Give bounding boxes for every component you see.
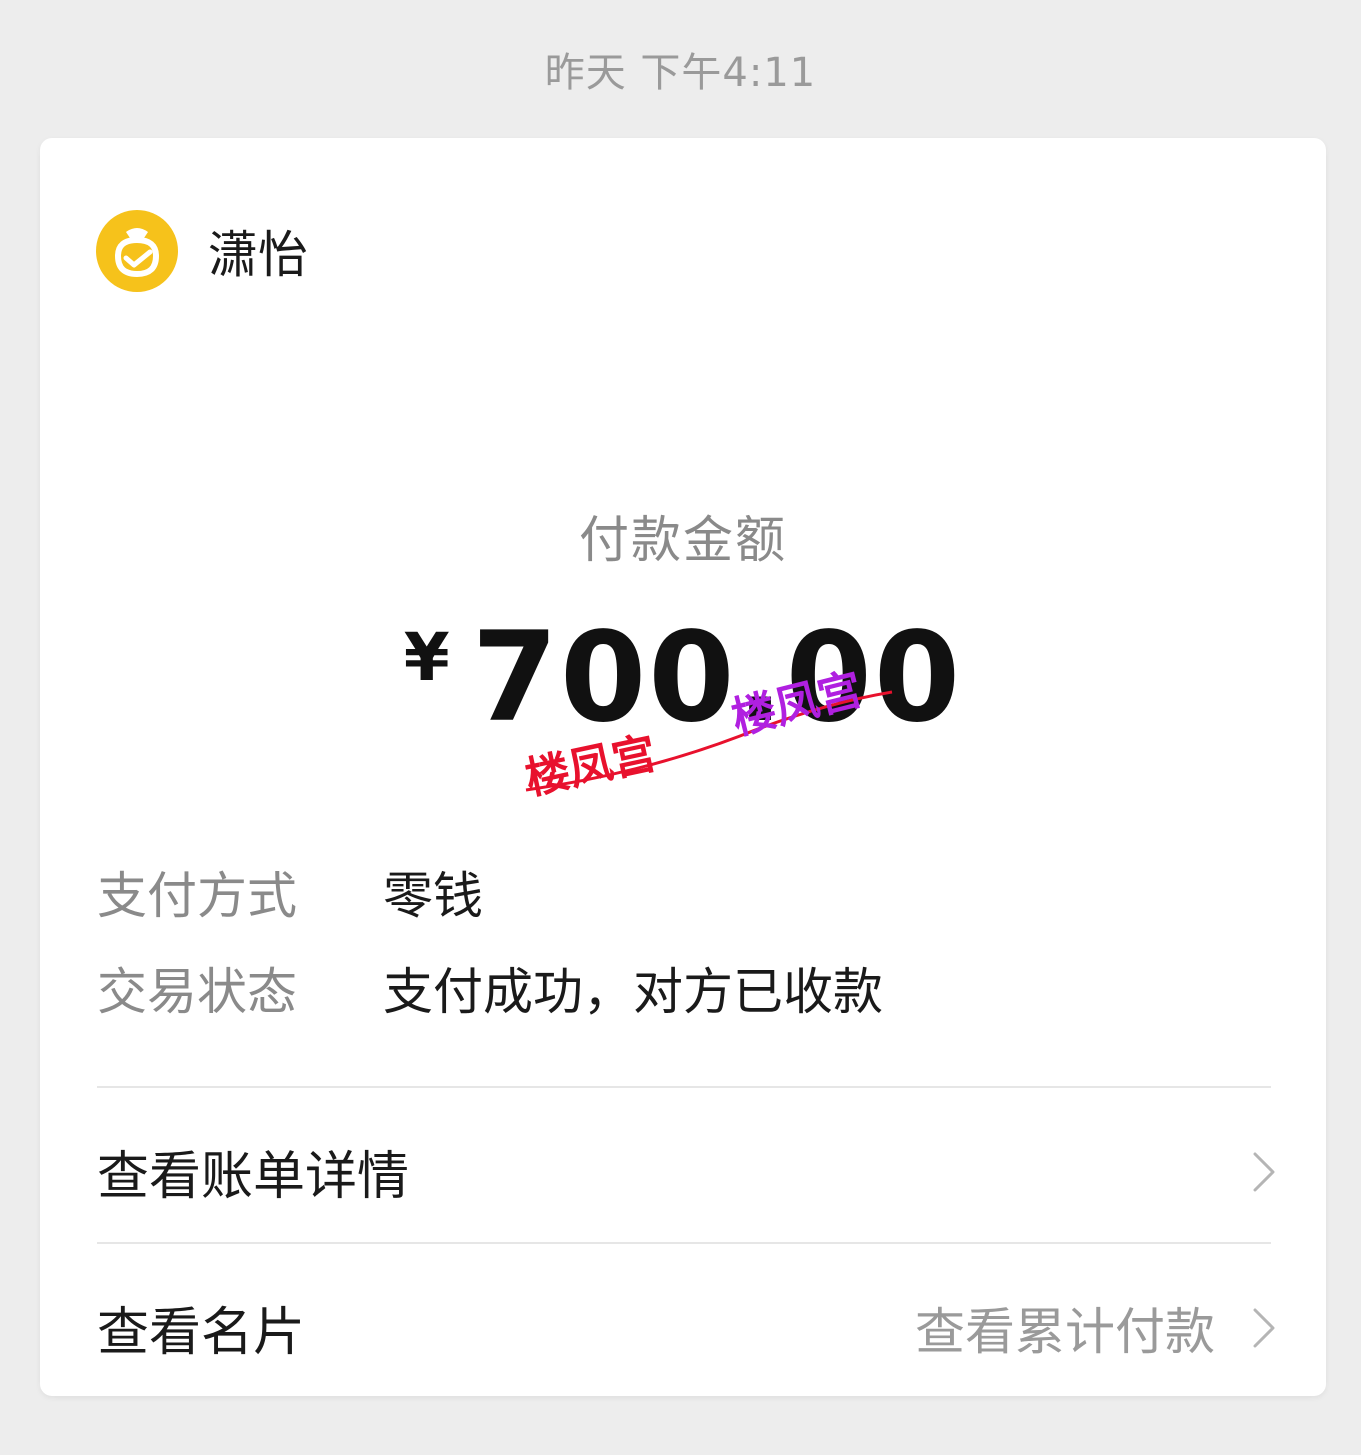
- divider: [97, 1086, 1271, 1088]
- transaction-status-row: 交易状态 支付成功，对方已收款: [97, 952, 883, 1024]
- currency-symbol: ¥: [403, 619, 450, 696]
- payment-method-row: 支付方式 零钱: [97, 856, 483, 928]
- amount-label: 付款金额: [579, 511, 787, 569]
- message-timestamp: 昨天 下午4:11: [544, 50, 817, 96]
- view-bill-details-label: 查看账单详情: [97, 1147, 410, 1207]
- payment-method-value: 零钱: [383, 867, 483, 925]
- chevron-right-icon: [1253, 1152, 1275, 1191]
- merchant-header: 潇怡: [96, 210, 308, 292]
- merchant-name: 潇怡: [208, 226, 308, 284]
- view-cumulative-payment-link[interactable]: 查看累计付款: [915, 1292, 1277, 1364]
- payment-card[interactable]: 潇怡 付款金额 ¥700.00 楼凤宫 楼凤宫 支付方式 零钱 交易状态 支付成…: [40, 138, 1326, 1396]
- view-bill-details-link[interactable]: 查看账单详情: [97, 1134, 1277, 1209]
- view-cumulative-payment-label: 查看累计付款: [915, 1302, 1215, 1361]
- view-business-card-label: 查看名片: [97, 1303, 306, 1363]
- wechat-pay-purse-icon: [96, 210, 178, 292]
- view-business-card-link[interactable]: 查看名片 查看累计付款: [97, 1290, 1277, 1365]
- transaction-status-value: 支付成功，对方已收款: [383, 963, 883, 1021]
- divider: [97, 1242, 1271, 1244]
- payment-method-label: 支付方式: [97, 867, 297, 925]
- transaction-status-label: 交易状态: [97, 963, 297, 1021]
- chevron-right-icon: [1253, 1308, 1275, 1347]
